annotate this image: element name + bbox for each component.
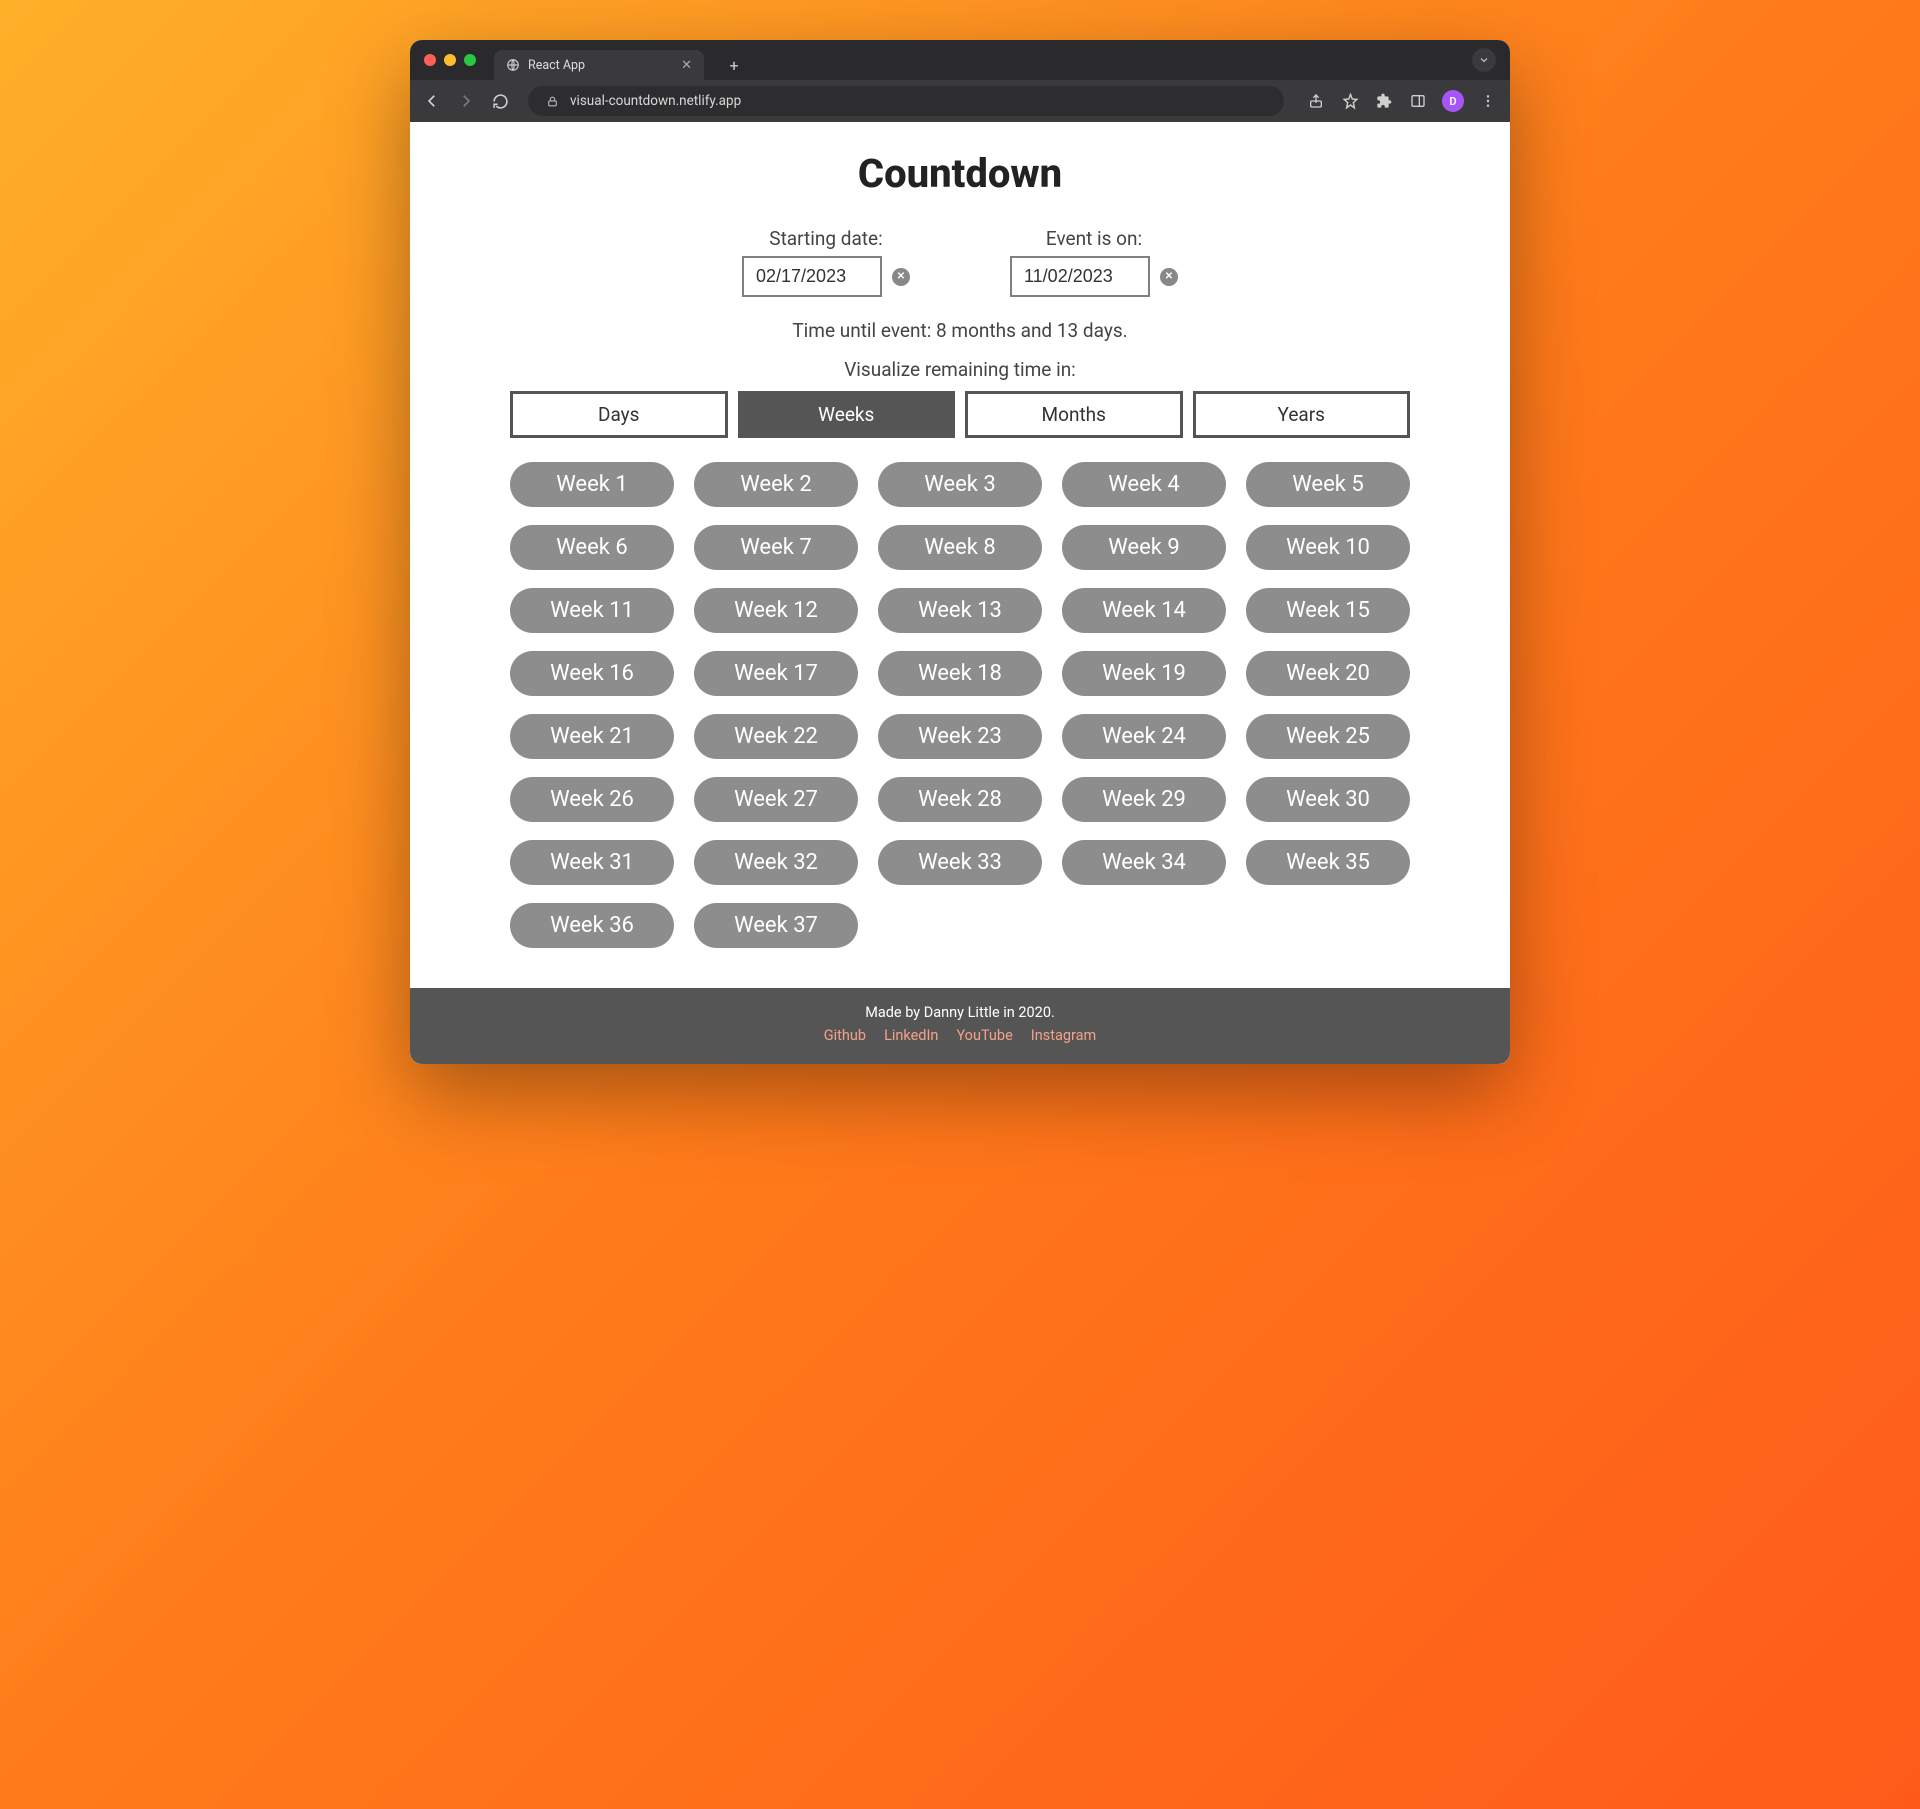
browser-titlebar: React App ✕ + (410, 40, 1510, 80)
content: Countdown Starting date: ✕ Event is on: … (410, 122, 1510, 988)
week-pill[interactable]: Week 32 (694, 840, 858, 885)
visualize-label: Visualize remaining time in: (450, 358, 1470, 381)
week-pill[interactable]: Week 11 (510, 588, 674, 633)
bookmark-icon[interactable] (1340, 91, 1360, 111)
week-pill[interactable]: Week 8 (878, 525, 1042, 570)
week-pill[interactable]: Week 3 (878, 462, 1042, 507)
footer: Made by Danny Little in 2020. Github Link… (410, 988, 1510, 1064)
viz-tabs: DaysWeeksMonthsYears (450, 391, 1470, 438)
traffic-lights (424, 54, 476, 66)
event-date-col: Event is on: ✕ (1010, 227, 1178, 297)
address-bar[interactable]: visual-countdown.netlify.app (528, 86, 1284, 116)
profile-avatar[interactable]: D (1442, 90, 1464, 112)
week-pill[interactable]: Week 24 (1062, 714, 1226, 759)
share-icon[interactable] (1306, 91, 1326, 111)
clear-event-date-button[interactable]: ✕ (1160, 268, 1178, 286)
page-title: Countdown (450, 150, 1470, 197)
browser-tab[interactable]: React App ✕ (494, 50, 704, 80)
week-pill[interactable]: Week 13 (878, 588, 1042, 633)
footer-link-youtube[interactable]: YouTube (956, 1027, 1012, 1044)
tab-title: React App (528, 58, 585, 73)
week-pill[interactable]: Week 12 (694, 588, 858, 633)
week-pill[interactable]: Week 6 (510, 525, 674, 570)
close-window-button[interactable] (424, 54, 436, 66)
week-pill[interactable]: Week 10 (1246, 525, 1410, 570)
week-pill[interactable]: Week 2 (694, 462, 858, 507)
forward-button[interactable] (456, 91, 476, 111)
week-pill[interactable]: Week 17 (694, 651, 858, 696)
week-pill[interactable]: Week 29 (1062, 777, 1226, 822)
week-pill[interactable]: Week 22 (694, 714, 858, 759)
footer-link-instagram[interactable]: Instagram (1031, 1027, 1096, 1044)
start-date-wrap: ✕ (742, 256, 910, 297)
url-text: visual-countdown.netlify.app (570, 93, 741, 109)
footer-links: Github LinkedIn YouTube Instagram (410, 1027, 1510, 1044)
week-pill[interactable]: Week 36 (510, 903, 674, 948)
footer-credit: Made by Danny Little in 2020. (410, 1004, 1510, 1021)
week-pill[interactable]: Week 34 (1062, 840, 1226, 885)
week-pill[interactable]: Week 23 (878, 714, 1042, 759)
week-pill[interactable]: Week 25 (1246, 714, 1410, 759)
start-date-col: Starting date: ✕ (742, 227, 910, 297)
new-tab-button[interactable]: + (720, 51, 748, 79)
week-pill[interactable]: Week 31 (510, 840, 674, 885)
viz-tab-years[interactable]: Years (1193, 391, 1411, 438)
page: Countdown Starting date: ✕ Event is on: … (410, 122, 1510, 1064)
week-pill[interactable]: Week 9 (1062, 525, 1226, 570)
side-panel-icon[interactable] (1408, 91, 1428, 111)
week-pill[interactable]: Week 5 (1246, 462, 1410, 507)
start-date-input[interactable] (742, 256, 882, 297)
footer-link-linkedin[interactable]: LinkedIn (884, 1027, 938, 1044)
week-pill[interactable]: Week 20 (1246, 651, 1410, 696)
start-date-label: Starting date: (769, 227, 882, 250)
reload-button[interactable] (490, 91, 510, 111)
week-pill[interactable]: Week 33 (878, 840, 1042, 885)
clear-start-date-button[interactable]: ✕ (892, 268, 910, 286)
week-pill[interactable]: Week 14 (1062, 588, 1226, 633)
week-pill[interactable]: Week 19 (1062, 651, 1226, 696)
viz-tab-weeks[interactable]: Weeks (738, 391, 956, 438)
viz-tab-months[interactable]: Months (965, 391, 1183, 438)
viz-tab-days[interactable]: Days (510, 391, 728, 438)
week-pill[interactable]: Week 27 (694, 777, 858, 822)
week-pill[interactable]: Week 7 (694, 525, 858, 570)
maximize-window-button[interactable] (464, 54, 476, 66)
profile-initial: D (1449, 95, 1456, 108)
week-pill[interactable]: Week 37 (694, 903, 858, 948)
globe-icon (506, 58, 520, 72)
browser-toolbar: visual-countdown.netlify.app D (410, 80, 1510, 122)
time-until-text: Time until event: 8 months and 13 days. (450, 319, 1470, 342)
chevron-down-icon[interactable] (1472, 48, 1496, 72)
week-pill[interactable]: Week 4 (1062, 462, 1226, 507)
week-pill[interactable]: Week 35 (1246, 840, 1410, 885)
toolbar-right-icons: D (1306, 90, 1498, 112)
lock-icon (542, 91, 562, 111)
weeks-grid: Week 1 Week 2 Week 3 Week 4 Week 5 Week 6 Week… (450, 462, 1470, 948)
week-pill[interactable]: Week 26 (510, 777, 674, 822)
footer-link-github[interactable]: Github (824, 1027, 866, 1044)
week-pill[interactable]: Week 28 (878, 777, 1042, 822)
minimize-window-button[interactable] (444, 54, 456, 66)
week-pill[interactable]: Week 18 (878, 651, 1042, 696)
back-button[interactable] (422, 91, 442, 111)
date-row: Starting date: ✕ Event is on: ✕ (450, 227, 1470, 297)
week-pill[interactable]: Week 30 (1246, 777, 1410, 822)
browser-window: React App ✕ + visual-countdown.netlify.a… (410, 40, 1510, 1064)
event-date-input[interactable] (1010, 256, 1150, 297)
close-tab-button[interactable]: ✕ (681, 58, 692, 73)
week-pill[interactable]: Week 1 (510, 462, 674, 507)
event-date-wrap: ✕ (1010, 256, 1178, 297)
menu-icon[interactable] (1478, 91, 1498, 111)
extensions-icon[interactable] (1374, 91, 1394, 111)
week-pill[interactable]: Week 15 (1246, 588, 1410, 633)
week-pill[interactable]: Week 21 (510, 714, 674, 759)
event-date-label: Event is on: (1046, 227, 1142, 250)
week-pill[interactable]: Week 16 (510, 651, 674, 696)
